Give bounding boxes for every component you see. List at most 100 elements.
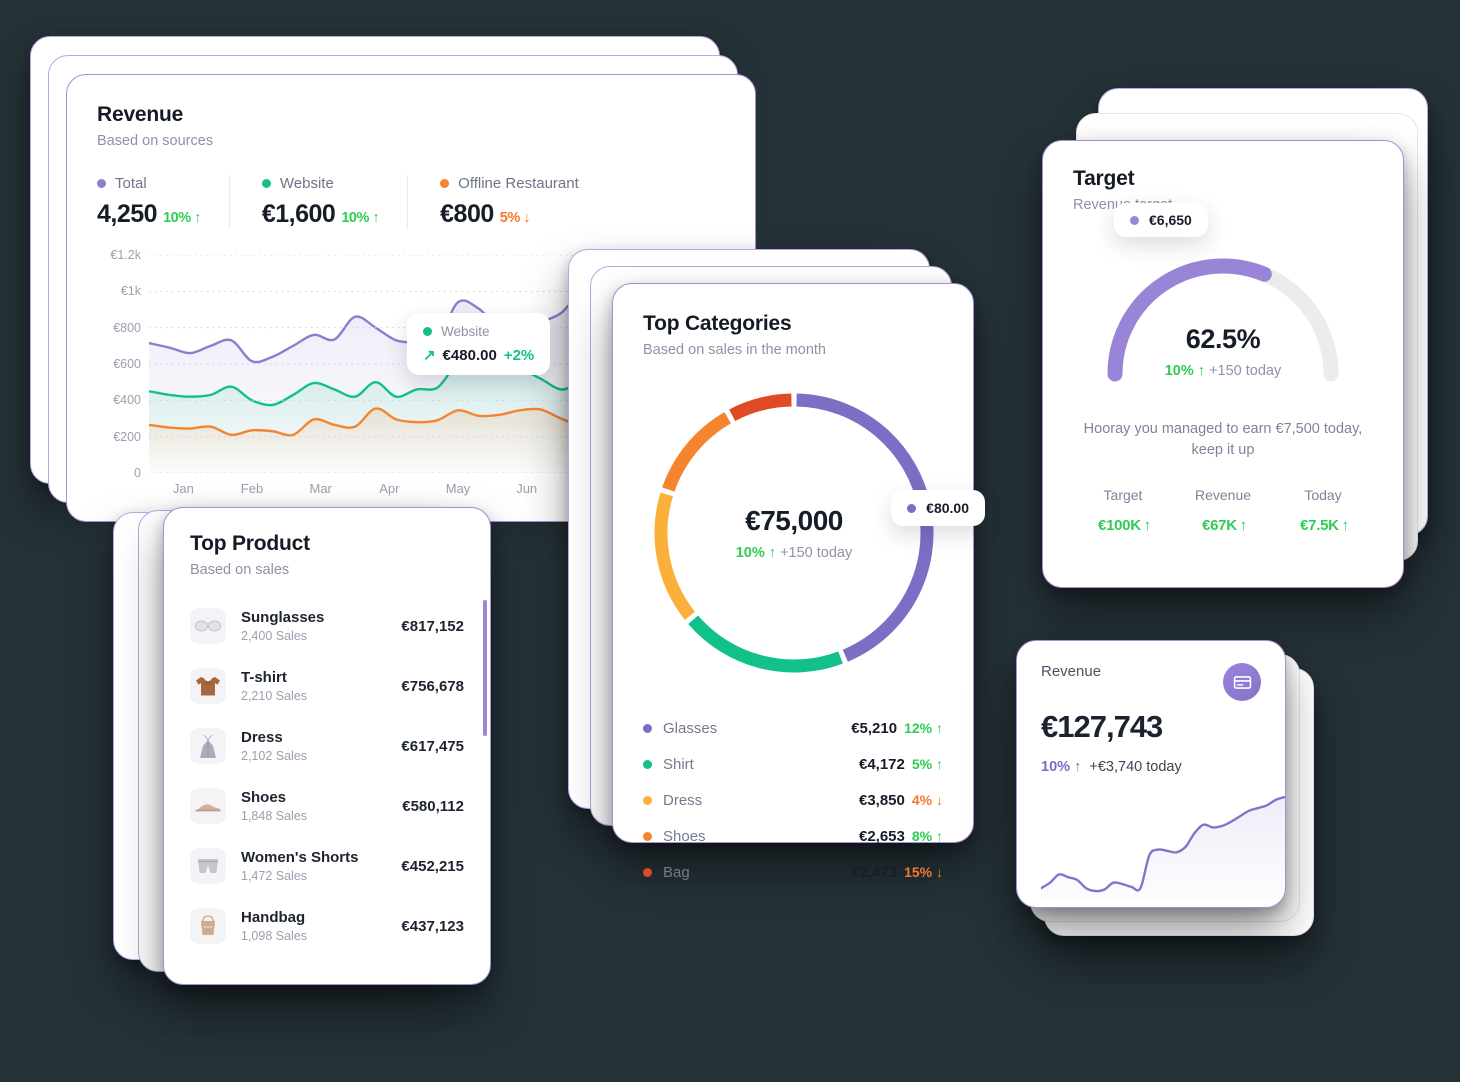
y-tick-label: €600 [113, 357, 141, 371]
x-tick-apr[interactable]: Apr [355, 481, 424, 496]
tooltip-pct: +2% [503, 346, 535, 364]
category-amount: €2,473 15% ↓ [851, 864, 943, 881]
target-title: Target [1073, 167, 1135, 190]
top-product-subtitle: Based on sales [190, 562, 290, 578]
target-stat-target: Target €100K ↑ [1073, 487, 1173, 536]
handbag-thumb [190, 908, 226, 944]
product-sales: 1,098 Sales [241, 929, 308, 943]
revenue-source-total[interactable]: Total 4,250 10% ↑ [97, 175, 229, 229]
category-amount: €4,172 5% ↑ [859, 756, 943, 773]
categories-donut-chart[interactable]: €75,000 10% ↑ +150 today €80.00 [643, 382, 985, 684]
x-tick-jan[interactable]: Jan [149, 481, 218, 496]
category-dot [643, 831, 652, 841]
revenue-summary-card[interactable]: Revenue €127,743 10% ↑ +€3,740 today [1016, 640, 1286, 908]
category-amount-value: €4,172 [858, 755, 905, 773]
shoe-thumb [190, 788, 226, 824]
category-dot [643, 723, 652, 733]
y-tick-label: 0 [134, 466, 141, 480]
value-offline: €800 [440, 200, 494, 228]
revenue-source-website[interactable]: Website €1,600 10% ↑ [228, 175, 407, 229]
product-row[interactable]: Shoes 1,848 Sales €580,112 [190, 776, 464, 836]
value-total: 4,250 [97, 200, 158, 228]
category-delta: 12% ↑ [904, 719, 943, 736]
top-categories-card[interactable]: Top Categories Based on sales in the mon… [612, 283, 985, 881]
y-tick-label: €1.2k [110, 248, 141, 262]
category-row[interactable]: Bag €2,473 15% ↓ [643, 854, 943, 890]
tooltip-series: Website [441, 324, 490, 339]
category-row[interactable]: Glasses €5,210 12% ↑ [643, 710, 943, 746]
tooltip-trend-arrow-icon: ↗ [423, 347, 436, 364]
product-sales: 2,400 Sales [241, 629, 308, 643]
gauge-center-labels: 62.5% 10% ↑ +150 today [1098, 324, 1348, 379]
category-row[interactable]: Dress €3,850 4% ↓ [643, 782, 943, 818]
x-tick-jun[interactable]: Jun [492, 481, 561, 496]
top-categories-subtitle: Based on sales in the month [643, 342, 826, 358]
product-row[interactable]: Handbag 1,098 Sales €437,123 [190, 896, 464, 956]
category-amount: €5,210 12% ↑ [851, 720, 943, 737]
category-delta: 4% ↓ [911, 791, 943, 808]
revenue-subtitle: Based on sources [97, 133, 214, 149]
target-stat-target-arrow-icon: ↑ [1143, 517, 1152, 535]
product-name: Women's Shorts [241, 849, 359, 866]
product-sales: 1,472 Sales [241, 869, 308, 883]
category-amount: €3,850 4% ↓ [859, 792, 943, 809]
x-tick-may[interactable]: May [424, 481, 493, 496]
target-stats-row: Target €100K ↑ Revenue €67K ↑ Today €7.5K ↑ [1073, 487, 1373, 536]
gauge-value-badge: €6,650 [1114, 203, 1208, 237]
legend-dot-total [97, 179, 106, 188]
target-stat-today-arrow-icon: ↑ [1341, 517, 1350, 535]
gauge-percent: 62.5% [1185, 324, 1261, 354]
category-name: Shirt [663, 755, 694, 773]
tooltip-dot [423, 327, 432, 336]
delta-total: 10% ↑ [163, 210, 201, 226]
x-tick-mar[interactable]: Mar [286, 481, 355, 496]
category-name: Bag [663, 863, 690, 881]
x-tick-feb[interactable]: Feb [218, 481, 287, 496]
product-amount: €617,475 [401, 737, 464, 755]
top-product-card[interactable]: Top Product Based on sales Sunglasses 2,4… [163, 507, 491, 985]
category-dot [643, 759, 652, 769]
badge-dot [907, 503, 917, 513]
category-name: Shoes [663, 827, 706, 845]
y-tick-label: €800 [113, 320, 141, 335]
gauge-badge-value: €6,650 [1149, 212, 1192, 228]
category-amount: €2,653 8% ↑ [859, 828, 943, 845]
target-gauge-chart[interactable]: 62.5% 10% ↑ +150 today €6,650 [1098, 203, 1348, 385]
target-stat-revenue-label: Revenue [1194, 487, 1252, 504]
category-name: Dress [663, 791, 703, 809]
product-sales: 2,102 Sales [241, 749, 308, 763]
product-amount: €437,123 [401, 917, 464, 935]
revenue-chart-tooltip: Website ↗ €480.00 +2% [407, 313, 551, 375]
category-row[interactable]: Shirt €4,172 5% ↑ [643, 746, 943, 782]
product-name: Sunglasses [241, 609, 325, 626]
product-sales: 2,210 Sales [241, 689, 308, 703]
product-row[interactable]: Sunglasses 2,400 Sales €817,152 [190, 596, 464, 656]
categories-legend-list: Glasses €5,210 12% ↑ Shirt €4,172 5% ↑ Dress €3… [643, 710, 943, 890]
dress-thumb [190, 728, 226, 764]
category-row[interactable]: Shoes €2,653 8% ↑ [643, 818, 943, 854]
category-dot [643, 795, 652, 805]
credit-card-icon [1223, 663, 1261, 701]
product-row[interactable]: T-shirt 2,210 Sales €756,678 [190, 656, 464, 716]
y-tick-label: €200 [113, 429, 141, 444]
gauge-delta: 10% ↑ +150 today [1164, 363, 1282, 379]
target-card[interactable]: Target Revenue target 62.5% 10% ↑ +150 t… [1042, 140, 1404, 588]
target-message: Hooray you managed to earn €7,500 today,… [1083, 421, 1363, 459]
value-website: €1,600 [261, 200, 336, 228]
product-name: Handbag [241, 909, 306, 926]
product-amount: €756,678 [401, 677, 464, 695]
legend-label-offline: Offline Restaurant [458, 175, 579, 192]
product-row[interactable]: Women's Shorts 1,472 Sales €452,215 [190, 836, 464, 896]
legend-dot-offline [440, 179, 450, 188]
top-product-title: Top Product [190, 532, 310, 555]
product-list-scrollbar[interactable] [483, 600, 487, 736]
category-delta: 8% ↑ [911, 827, 943, 844]
delta-offline: 5% ↓ [499, 210, 531, 226]
target-stat-today: Today €7.5K ↑ [1273, 487, 1373, 536]
revenue-summary-amount: €127,743 [1041, 709, 1163, 744]
category-delta: 15% ↓ [904, 863, 943, 880]
product-row[interactable]: Dress 2,102 Sales €617,475 [190, 716, 464, 776]
dashboard-stage: Revenue Based on sources Total 4,250 10% … [0, 0, 1460, 1082]
category-amount-value: €3,850 [858, 791, 905, 809]
revenue-source-offline-restaurant[interactable]: Offline Restaurant €800 5% ↓ [407, 175, 607, 229]
